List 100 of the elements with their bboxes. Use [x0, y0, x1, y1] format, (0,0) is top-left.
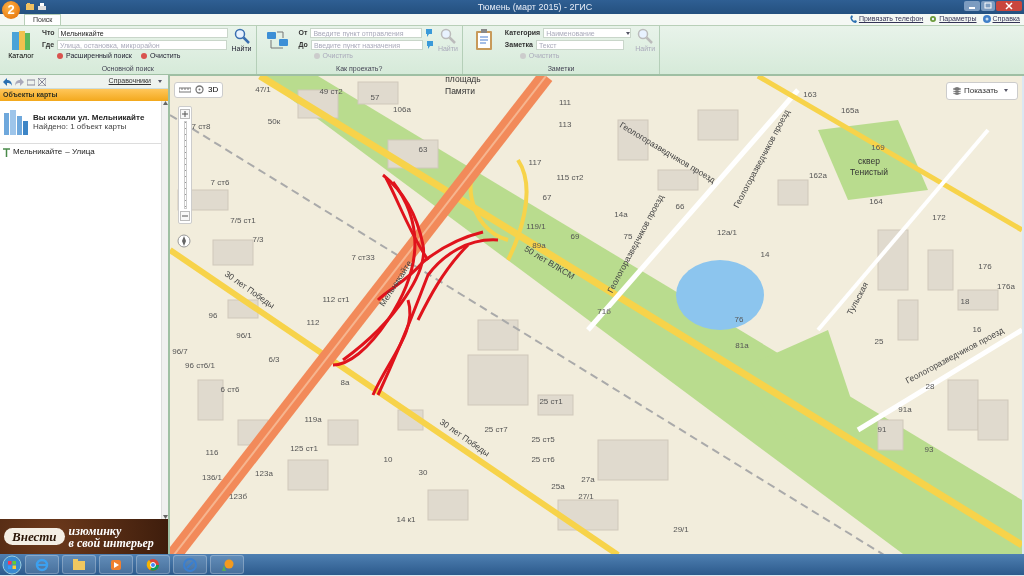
building-number: 25 ст5	[531, 435, 555, 444]
zoom-in-button[interactable]	[180, 109, 190, 119]
building-number: 112 ст1	[322, 295, 350, 304]
close-button[interactable]	[996, 1, 1022, 11]
window-title: Тюмень (март 2015) - 2ГИС	[477, 1, 593, 13]
buildings-icon	[3, 109, 29, 136]
building-number: 172	[932, 213, 946, 222]
ruler-icon[interactable]	[179, 86, 191, 93]
building-number: 63	[418, 145, 428, 154]
maximize-button[interactable]	[981, 1, 995, 11]
building-number: 25 ст6	[531, 455, 555, 464]
compass-icon[interactable]	[177, 234, 191, 248]
building-number: 123б	[229, 492, 247, 501]
place-label: площадь	[445, 76, 481, 84]
browser-icon	[35, 557, 49, 572]
taskbar-button[interactable]	[25, 555, 59, 574]
building-number: 57	[370, 93, 380, 102]
place-label: Памяти	[445, 86, 475, 96]
building-number: 117	[528, 158, 542, 167]
route-icon	[265, 28, 290, 50]
building-number: 91	[877, 425, 887, 434]
layers-icon	[953, 86, 961, 95]
building-number: 14	[760, 250, 770, 259]
search-icon	[233, 28, 250, 44]
caret-icon	[626, 32, 631, 35]
result-title: Вы искали ул. Мельникайте	[33, 112, 145, 123]
building-number: 96/1	[236, 331, 252, 340]
pin-icon[interactable]	[425, 28, 434, 38]
building-number: 29/1	[673, 525, 689, 534]
folder-icon	[72, 557, 86, 572]
building-number: 96	[208, 311, 218, 320]
building-number: 14 к1	[396, 515, 416, 524]
taskbar-button[interactable]	[210, 555, 244, 574]
taskbar-button[interactable]	[99, 555, 133, 574]
back-icon[interactable]	[3, 77, 12, 86]
clipboard-icon	[473, 28, 494, 50]
building-number: 89а	[532, 241, 546, 250]
building-number: 16	[972, 325, 982, 334]
taskbar-button[interactable]	[62, 555, 96, 574]
ad-button[interactable]: Внести	[4, 527, 65, 546]
place-label: Тенистый	[850, 167, 888, 177]
building-number: 25 ст7	[484, 425, 508, 434]
building-number: 7 ст8	[191, 122, 211, 131]
building-number: 111	[558, 98, 572, 107]
building-number: 67	[542, 193, 552, 202]
building-number: 7/5 ст1	[230, 216, 256, 225]
minimize-button[interactable]	[964, 1, 980, 11]
zoom-track[interactable]	[183, 121, 187, 209]
forward-icon[interactable]	[15, 77, 24, 86]
catalog-icon	[10, 29, 32, 51]
building-number: 162а	[809, 171, 827, 180]
building-number: 6/3	[268, 355, 280, 364]
printer-icon[interactable]	[38, 3, 46, 11]
building-number: 116	[205, 448, 219, 457]
browser-icon	[146, 557, 160, 572]
show-button[interactable]: Показать	[946, 82, 1018, 100]
building-number: 66	[675, 202, 685, 211]
building-number: 50к	[267, 117, 281, 126]
building-number: 115 ст2	[556, 173, 584, 182]
taskbar-button[interactable]	[136, 555, 170, 574]
building-number: 18	[960, 297, 970, 306]
folder-icon[interactable]	[26, 3, 34, 11]
building-number: 49 ст2	[319, 87, 343, 96]
result-link[interactable]: Мельникайте	[13, 147, 63, 157]
minus-icon	[182, 213, 188, 219]
building-number: 176	[978, 262, 992, 271]
building-number: 112	[306, 318, 320, 327]
plus-icon	[182, 111, 188, 117]
building-number: 176а	[997, 282, 1015, 291]
building-number: 119а	[304, 415, 322, 424]
building-number: 164	[869, 197, 883, 206]
building-number: 125 ст1	[290, 444, 318, 453]
building-number: 136/1	[202, 473, 222, 482]
building-number: 106а	[393, 105, 411, 114]
play-icon	[109, 557, 123, 572]
place-label: сквер	[858, 156, 880, 166]
pin-icon[interactable]	[425, 40, 434, 50]
building-number: 81а	[735, 341, 749, 350]
building-number: 91а	[898, 405, 912, 414]
building-number: 7 ст33	[351, 253, 375, 262]
result-type: – Улица	[65, 147, 95, 157]
search-icon	[637, 28, 654, 44]
building-number: 30	[418, 468, 428, 477]
building-number: 7 ст6	[210, 178, 230, 187]
building-number: 27а	[581, 475, 595, 484]
building-number: 93	[924, 445, 934, 454]
building-number: 27/1	[578, 492, 594, 501]
taskbar-button[interactable]	[173, 555, 207, 574]
building-number: 71б	[597, 307, 611, 316]
result-count: Найдено: 1 объект карты	[33, 122, 128, 132]
building-number: 47/1	[255, 85, 271, 94]
zoom-out-button[interactable]	[180, 211, 190, 221]
fullscreen-icon[interactable]	[38, 77, 46, 86]
view-3d-button[interactable]: 3D	[208, 85, 219, 95]
building-number: 96 ст6/1	[185, 361, 215, 370]
building-number: 10	[383, 455, 393, 464]
search-icon	[439, 28, 456, 44]
building-number: 25 ст1	[539, 397, 563, 406]
building-number: 28	[925, 382, 935, 391]
start-button[interactable]	[2, 554, 22, 575]
